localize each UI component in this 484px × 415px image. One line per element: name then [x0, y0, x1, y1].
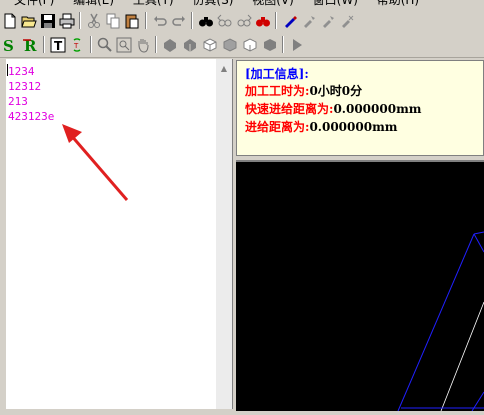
wireframe-model: [397, 231, 484, 412]
rapid-distance-value: 0.000000mm: [333, 102, 422, 116]
rapid-distance-row: 快速进给距离为:0.000000mm: [245, 101, 421, 117]
machining-time-row: 加工工时为:0小时0分: [245, 83, 362, 99]
feed-distance-value: 0.000000mm: [309, 120, 398, 134]
info-title: [加工信息]:: [245, 67, 309, 81]
machining-time-value: 0小时0分: [309, 84, 363, 98]
feed-distance-row: 进给距离为:0.000000mm: [245, 119, 397, 135]
simulation-viewport[interactable]: [236, 160, 484, 412]
feed-distance-label: 进给距离为:: [245, 120, 310, 134]
rapid-distance-label: 快速进给距离为:: [245, 102, 334, 116]
machining-info-panel: [加工信息]: 加工工时为:0小时0分 快速进给距离为:0.000000mm 进…: [236, 60, 484, 156]
machining-time-label: 加工工时为:: [245, 84, 310, 98]
